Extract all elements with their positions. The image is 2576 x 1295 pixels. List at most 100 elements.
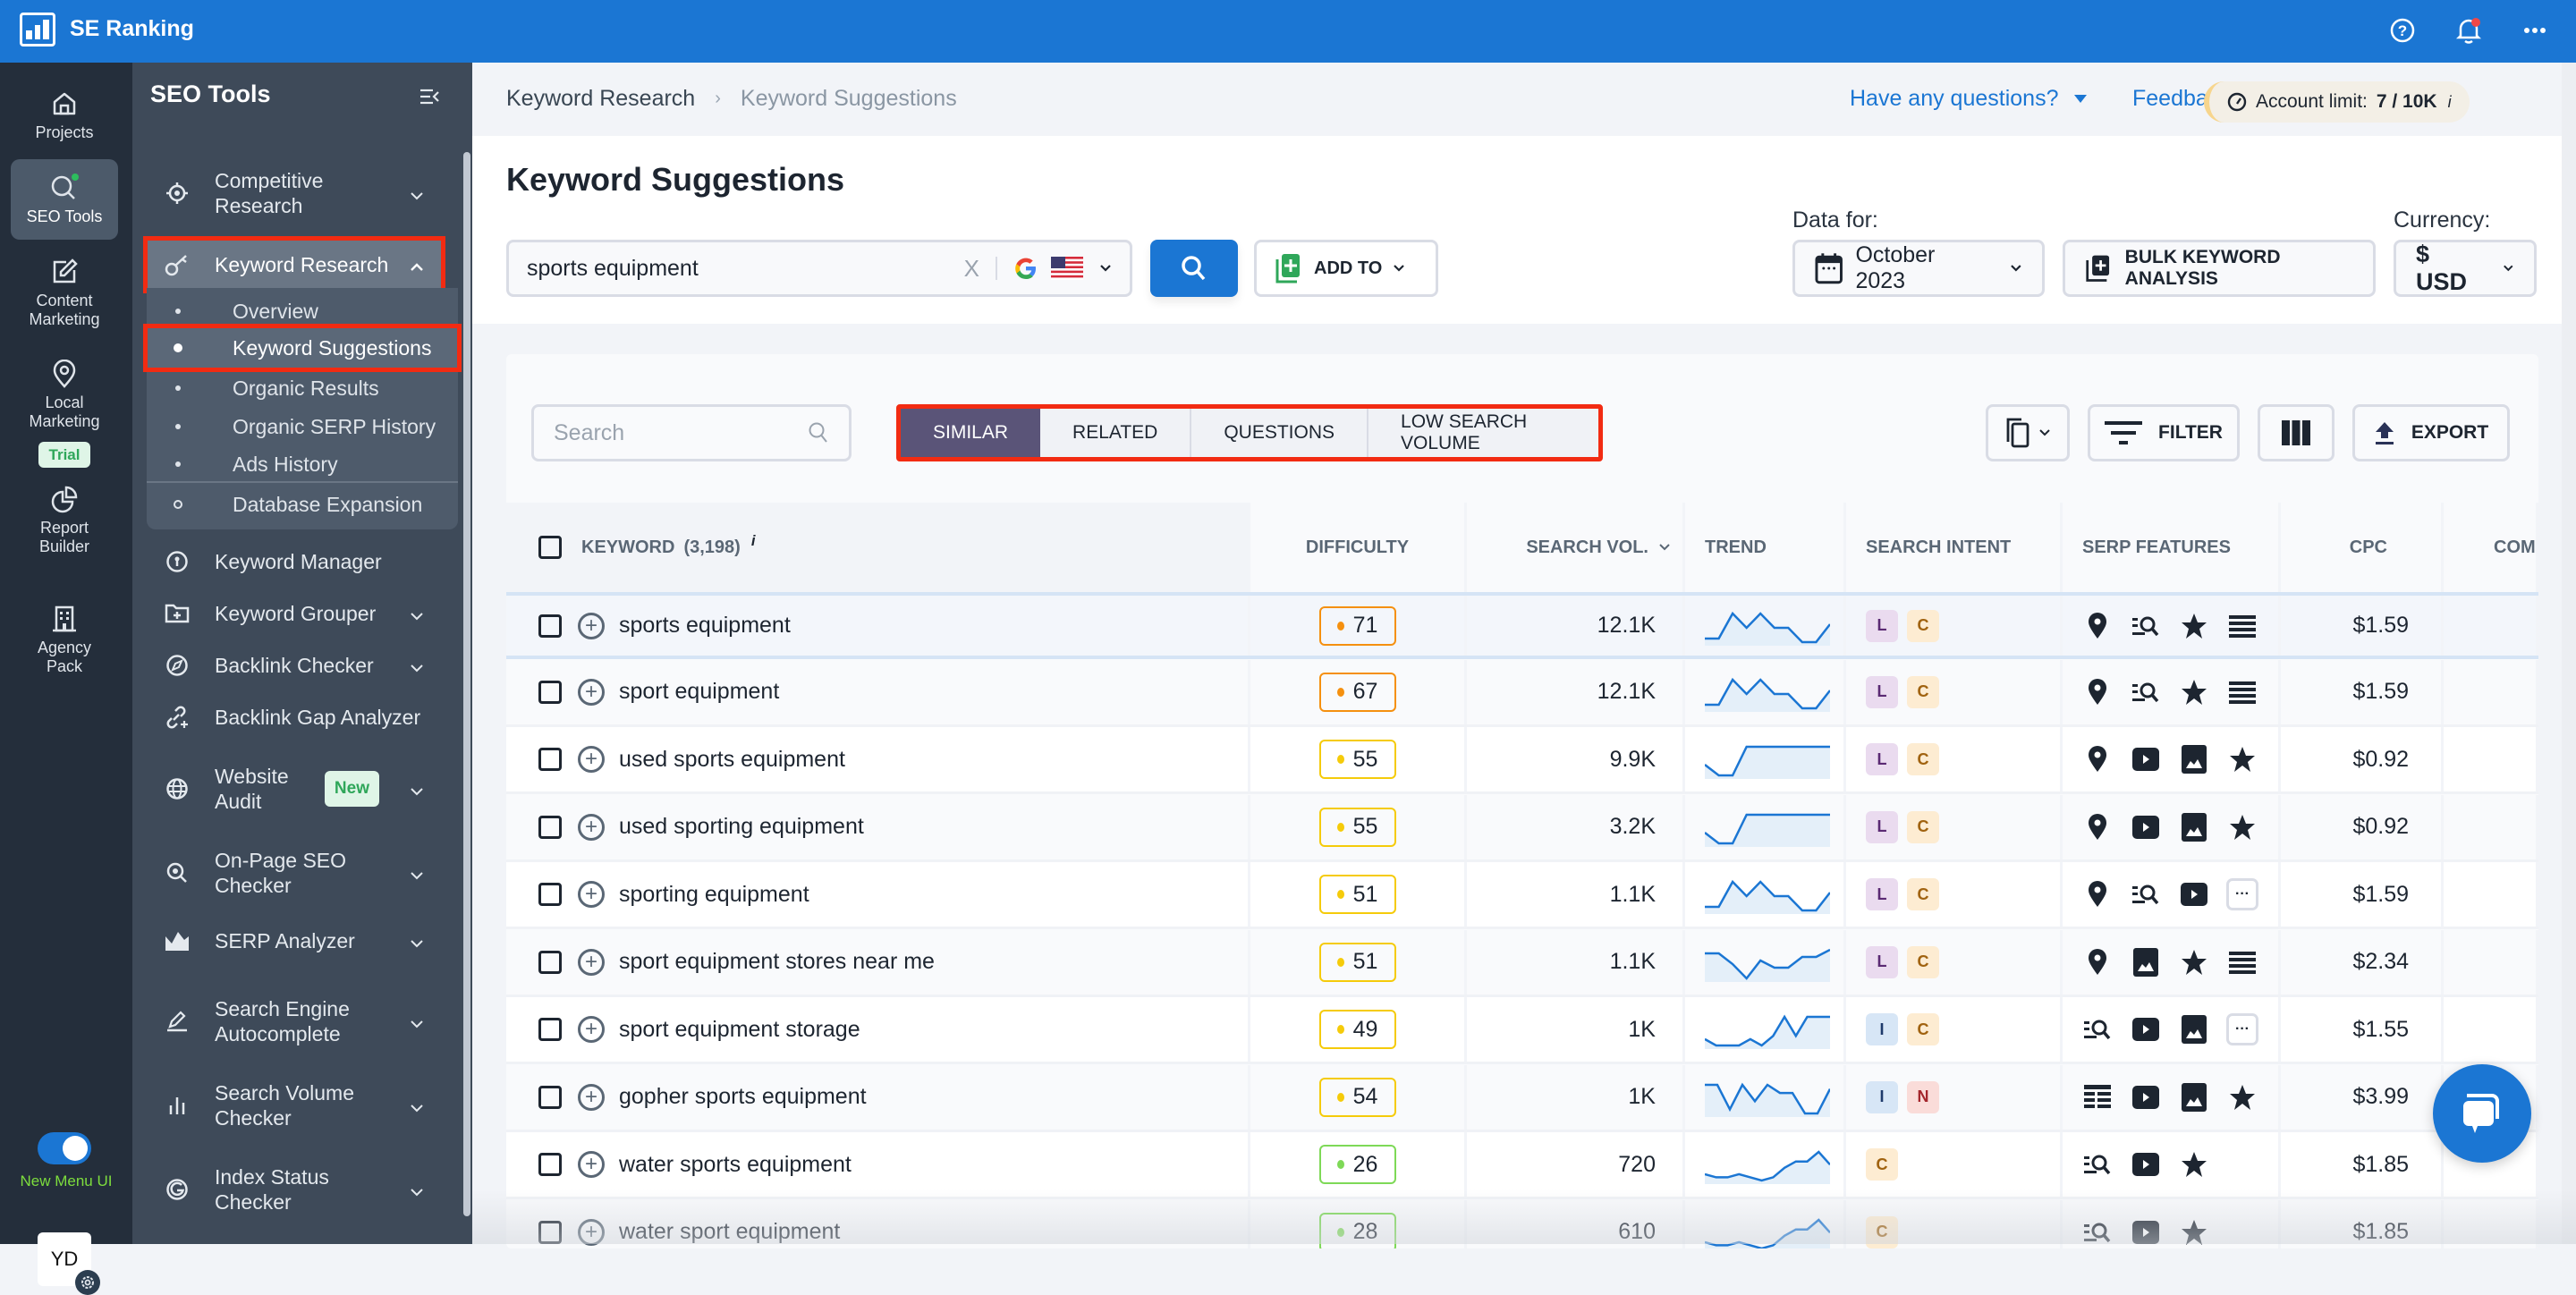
row-checkbox[interactable]: [538, 680, 562, 704]
main-scrollbar[interactable]: [2562, 63, 2576, 1244]
row-checkbox[interactable]: [538, 614, 562, 638]
local-pack-icon[interactable]: [2080, 881, 2114, 908]
currency-selector[interactable]: $ USD: [2394, 240, 2537, 297]
keyword-text[interactable]: sport equipment storage: [619, 1017, 860, 1043]
sidebar-item-search-engine-autocomplete[interactable]: Search Engine Autocomplete: [147, 996, 442, 1046]
add-keyword-icon[interactable]: +: [578, 881, 605, 908]
trend-cell[interactable]: [1685, 596, 1846, 656]
images-icon[interactable]: [2177, 1015, 2211, 1044]
more-features-icon[interactable]: ···: [2225, 878, 2259, 910]
chevron-down-icon[interactable]: [1099, 264, 1112, 273]
trend-cell[interactable]: [1685, 1199, 1846, 1248]
columns-button[interactable]: [2258, 404, 2334, 461]
add-to-button[interactable]: ADD TO: [1254, 240, 1438, 297]
video-icon[interactable]: [2177, 883, 2211, 906]
clear-icon[interactable]: X: [964, 255, 979, 283]
bell-icon[interactable]: [2454, 16, 2483, 45]
column-search-intent[interactable]: SEARCH INTENT: [1846, 503, 2063, 592]
table-row[interactable]: + water sport equipment 28 610 C $1.85: [506, 1199, 2538, 1248]
google-logo-icon[interactable]: [1013, 256, 1038, 281]
sidebar-scrollbar[interactable]: [463, 152, 470, 1216]
list-snippet-icon[interactable]: [2225, 614, 2259, 638]
user-avatar[interactable]: YD: [38, 1232, 100, 1295]
keyword-text[interactable]: sport equipment stores near me: [619, 949, 935, 975]
us-flag-icon[interactable]: [1051, 257, 1083, 280]
app-title[interactable]: SE Ranking: [70, 16, 194, 42]
submenu-item-overview[interactable]: Overview: [147, 293, 458, 329]
new-menu-ui-toggle[interactable]: [38, 1132, 91, 1164]
column-competition[interactable]: COM: [2444, 503, 2538, 592]
video-icon[interactable]: [2129, 815, 2163, 839]
reviews-star-icon[interactable]: [2177, 949, 2211, 976]
local-pack-icon[interactable]: [2080, 678, 2114, 706]
add-keyword-icon[interactable]: +: [578, 1016, 605, 1043]
submenu-item-database-expansion[interactable]: Database Expansion: [147, 487, 458, 522]
export-button[interactable]: EXPORT: [2352, 404, 2510, 461]
video-icon[interactable]: [2129, 1220, 2163, 1244]
reviews-star-icon[interactable]: [2225, 1084, 2259, 1111]
select-all-checkbox[interactable]: [538, 536, 562, 559]
people-also-search-icon[interactable]: [2080, 1222, 2114, 1243]
submenu-item-ads-history[interactable]: Ads History: [147, 447, 458, 483]
people-also-search-icon[interactable]: [2080, 1019, 2114, 1040]
sidebar-item-serp-analyzer[interactable]: SERP Analyzer: [147, 928, 442, 953]
info-icon[interactable]: i: [751, 532, 756, 550]
table-row[interactable]: + sports equipment 71 12.1K L C $1.59: [506, 592, 2538, 659]
rail-item-report-builder[interactable]: Report Builder: [11, 485, 118, 556]
people-also-search-icon[interactable]: [2129, 884, 2163, 905]
row-checkbox[interactable]: [538, 1220, 562, 1244]
tab-low-search-volume[interactable]: LOW SEARCH VOLUME: [1368, 409, 1598, 457]
video-icon[interactable]: [2129, 1085, 2163, 1109]
keyword-text[interactable]: used sporting equipment: [619, 814, 864, 840]
breadcrumb-keyword-research[interactable]: Keyword Research: [506, 86, 695, 112]
add-keyword-icon[interactable]: +: [578, 612, 605, 639]
images-icon[interactable]: [2177, 1082, 2211, 1112]
reviews-star-icon[interactable]: [2225, 746, 2259, 773]
trend-cell[interactable]: [1685, 1132, 1846, 1197]
trend-cell[interactable]: [1685, 727, 1846, 791]
images-icon[interactable]: [2129, 947, 2163, 977]
reviews-star-icon[interactable]: [2225, 814, 2259, 841]
row-checkbox[interactable]: [538, 1018, 562, 1041]
tab-questions[interactable]: QUESTIONS: [1191, 409, 1369, 457]
reviews-star-icon[interactable]: [2177, 1151, 2211, 1178]
keyword-text[interactable]: sports equipment: [619, 613, 791, 639]
column-keyword[interactable]: KEYWORD (3,198) i: [506, 503, 1250, 592]
column-difficulty[interactable]: DIFFICULTY: [1250, 503, 1467, 592]
table-row[interactable]: + used sports equipment 55 9.9K L C $0.92: [506, 727, 2538, 794]
submenu-item-organic-results[interactable]: Organic Results: [147, 370, 458, 406]
trend-cell[interactable]: [1685, 1064, 1846, 1130]
column-search-volume[interactable]: SEARCH VOL.: [1467, 503, 1685, 592]
sidebar-item-backlink-gap-analyzer[interactable]: Backlink Gap Analyzer: [147, 705, 442, 730]
people-also-search-icon[interactable]: [2129, 681, 2163, 703]
help-icon[interactable]: ?: [2388, 16, 2417, 45]
trend-cell[interactable]: [1685, 659, 1846, 724]
keyword-text[interactable]: used sports equipment: [619, 747, 845, 773]
images-icon[interactable]: [2177, 812, 2211, 842]
sidebar-item-search-volume-checker[interactable]: Search Volume Checker: [147, 1080, 442, 1130]
row-checkbox[interactable]: [538, 1153, 562, 1176]
add-keyword-icon[interactable]: +: [578, 678, 605, 706]
reviews-star-icon[interactable]: [2177, 679, 2211, 706]
se-ranking-logo-icon[interactable]: [20, 13, 55, 47]
keyword-text[interactable]: sport equipment: [619, 679, 779, 705]
table-row[interactable]: + sport equipment storage 49 1K I C ··· $1.55: [506, 997, 2538, 1064]
sidebar-item-competitive-research[interactable]: Competitive Research: [147, 168, 442, 218]
row-checkbox[interactable]: [538, 1085, 562, 1109]
bulk-keyword-analysis-button[interactable]: BULK KEYWORD ANALYSIS: [2063, 240, 2376, 297]
keyword-text[interactable]: water sports equipment: [619, 1152, 852, 1178]
sidebar-item-backlink-checker[interactable]: Backlink Checker: [147, 653, 442, 678]
sidebar-item-keyword-research[interactable]: Keyword Research: [143, 236, 445, 293]
table-row[interactable]: + gopher sports equipment 54 1K I N $3.99: [506, 1064, 2538, 1132]
row-checkbox[interactable]: [538, 748, 562, 771]
images-icon[interactable]: [2177, 745, 2211, 774]
rail-item-local-marketing[interactable]: Local Marketing Trial: [11, 360, 118, 468]
trend-cell[interactable]: [1685, 794, 1846, 859]
sidebar-item-website-audit[interactable]: Website Audit New: [147, 764, 442, 814]
row-checkbox[interactable]: [538, 883, 562, 906]
people-also-search-icon[interactable]: [2080, 1154, 2114, 1175]
keyword-text[interactable]: gopher sports equipment: [619, 1084, 867, 1110]
add-keyword-icon[interactable]: +: [578, 1151, 605, 1178]
add-keyword-icon[interactable]: +: [578, 948, 605, 976]
column-cpc[interactable]: CPC: [2281, 503, 2444, 592]
